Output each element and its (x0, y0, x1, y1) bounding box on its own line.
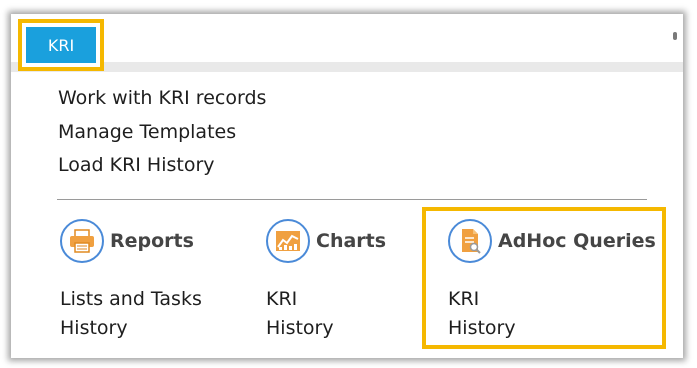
menu-gap (11, 62, 683, 72)
menu-item-manage-templates[interactable]: Manage Templates (58, 121, 236, 143)
section-title-reports: Reports (110, 230, 194, 252)
section-reports: Reports (60, 219, 194, 263)
section-title-charts: Charts (316, 230, 387, 252)
printer-icon (60, 219, 104, 263)
chart-icon (266, 219, 310, 263)
kri-tab-label: KRI (47, 35, 75, 55)
kri-tab-button[interactable]: KRI (26, 27, 96, 63)
top-navigation-bar (11, 14, 683, 63)
screenshot-frame: KRI Work with KRI records Manage Templat… (0, 0, 697, 368)
charts-link-kri[interactable]: KRI (266, 288, 297, 310)
section-charts: Charts (266, 219, 386, 263)
reports-link-lists-and-tasks[interactable]: Lists and Tasks (60, 288, 202, 310)
kri-tab-highlight: KRI (18, 19, 104, 71)
adhoc-queries-highlight (422, 207, 666, 349)
scroll-edge-indicator (673, 32, 677, 40)
menu-item-work-with-kri-records[interactable]: Work with KRI records (58, 87, 266, 109)
kri-menu-panel: KRI Work with KRI records Manage Templat… (11, 14, 683, 358)
reports-link-history[interactable]: History (60, 317, 128, 339)
menu-divider (57, 199, 647, 200)
charts-link-history[interactable]: History (266, 317, 334, 339)
menu-item-load-kri-history[interactable]: Load KRI History (58, 154, 215, 176)
